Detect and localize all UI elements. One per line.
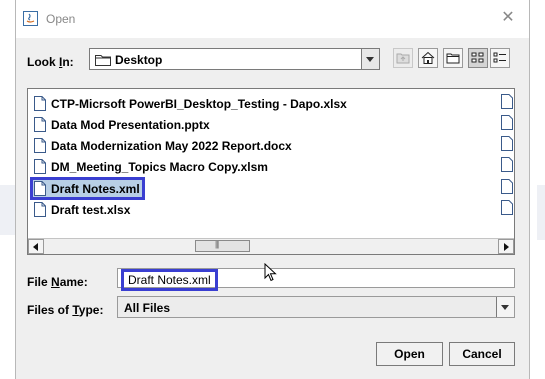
file-name-input[interactable]: Draft Notes.xml <box>117 268 515 291</box>
file-list-item[interactable]: CTP-Micrsoft PowerBI_Desktop_Testing - D… <box>34 94 350 113</box>
file-list-item[interactable]: Data Mod Presentation.pptx <box>34 115 213 134</box>
file-icon <box>34 96 46 111</box>
file-icon[interactable] <box>501 179 513 194</box>
scroll-thumb[interactable] <box>195 240 250 252</box>
look-in-value: Desktop <box>115 53 163 67</box>
up-one-level-button[interactable] <box>393 48 413 68</box>
look-in-combobox[interactable]: Desktop <box>89 48 380 70</box>
file-list-item[interactable]: Draft test.xlsx <box>34 200 133 219</box>
list-view-button[interactable] <box>468 48 488 68</box>
file-list-item[interactable]: Data Modernization May 2022 Report.docx <box>34 136 295 155</box>
file-icon[interactable] <box>501 94 513 109</box>
window-title: Open <box>46 12 76 26</box>
new-folder-icon <box>446 53 460 64</box>
new-folder-button[interactable] <box>443 48 463 68</box>
chevron-down-icon[interactable] <box>361 49 379 69</box>
file-icon <box>34 159 46 174</box>
details-view-button[interactable] <box>490 48 510 68</box>
java-app-icon <box>23 11 38 26</box>
files-of-type-value: All Files <box>124 301 171 315</box>
open-button[interactable]: Open <box>376 342 443 366</box>
file-list[interactable]: CTP-Micrsoft PowerBI_Desktop_Testing - D… <box>27 88 515 255</box>
mouse-cursor-icon <box>264 263 277 282</box>
dialog-content: Look In: Desktop CTP-Micrsoft PowerBI_De… <box>16 38 529 379</box>
look-in-label: Look In: <box>27 55 74 69</box>
files-of-type-combobox[interactable]: All Files <box>117 296 515 318</box>
file-list-item-selected[interactable]: Draft Notes.xml <box>30 177 145 200</box>
file-list-item[interactable]: DM_Meeting_Topics Macro Copy.xlsm <box>34 157 271 176</box>
files-of-type-label: Files of Type: <box>27 303 104 317</box>
file-icon[interactable] <box>501 157 513 172</box>
background-panel-right <box>537 185 545 240</box>
folder-icon <box>95 54 111 69</box>
file-icon <box>34 181 46 196</box>
open-dialog: Open ✕ Look In: Desktop CTP-Micrsoft Pow… <box>15 0 530 379</box>
list-view-icon <box>471 52 484 63</box>
file-icon[interactable] <box>501 200 513 215</box>
title-bar: Open ✕ <box>16 0 529 38</box>
file-icon <box>34 117 46 132</box>
file-name-label: File Name: <box>27 275 88 289</box>
details-view-icon <box>493 52 506 63</box>
scroll-right-button[interactable] <box>498 239 514 254</box>
home-icon <box>421 51 435 64</box>
file-name-value: Draft Notes.xml <box>121 269 218 291</box>
horizontal-scrollbar[interactable] <box>28 238 514 254</box>
cancel-button[interactable]: Cancel <box>449 342 515 366</box>
folder-up-icon <box>396 53 410 64</box>
file-icon <box>34 202 46 217</box>
file-icon[interactable] <box>501 136 513 151</box>
file-icon <box>34 138 46 153</box>
scroll-left-button[interactable] <box>28 239 44 254</box>
file-icon[interactable] <box>501 115 513 130</box>
home-button[interactable] <box>418 48 438 68</box>
chevron-down-icon[interactable] <box>496 297 514 317</box>
close-icon[interactable]: ✕ <box>499 9 517 27</box>
